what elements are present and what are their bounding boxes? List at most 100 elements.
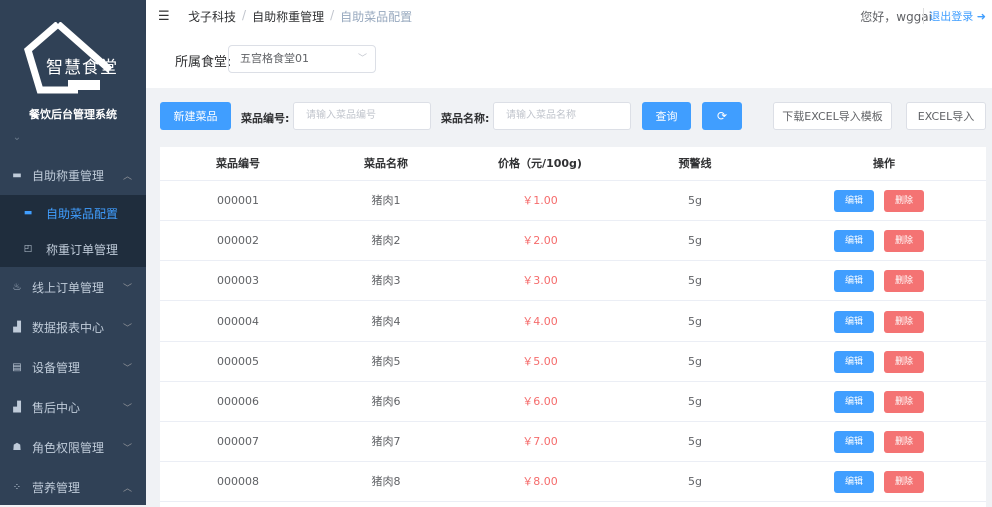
delete-button[interactable]: 删除 xyxy=(884,391,924,413)
user-greeting: 您好，wggai xyxy=(860,9,932,24)
cell-warning-line: 5g xyxy=(688,395,702,408)
sidebar-item-label: 设备管理 xyxy=(32,360,81,375)
column-header: 菜品名称 xyxy=(364,157,408,170)
delete-button[interactable]: 删除 xyxy=(884,270,924,293)
refresh-button[interactable]: ⟳ xyxy=(702,102,742,130)
sidebar-item-label: 称重订单管理 xyxy=(46,242,119,257)
menu-toggle-icon[interactable]: ☰ xyxy=(158,9,170,24)
sidebar-item-clipped[interactable]: ⌄ xyxy=(0,117,146,157)
cell-price: ￥7.00 xyxy=(522,435,558,449)
device-icon: ▤ xyxy=(12,361,22,373)
nutrition-icon: ⁘ xyxy=(12,481,22,493)
sidebar-item-reports[interactable]: ▟ 数据报表中心 ﹀ xyxy=(0,307,146,347)
cell-code: 000003 xyxy=(217,274,259,288)
chevron-down-icon: ﹀ xyxy=(357,54,367,64)
delete-button[interactable]: 删除 xyxy=(884,350,924,373)
cell-price: ￥4.00 xyxy=(522,314,558,328)
dish-code-label: 菜品编号: xyxy=(241,112,290,125)
canteen-select[interactable]: 五宫格食堂01 ﹀ xyxy=(228,45,376,73)
column-header: 操作 xyxy=(873,157,895,170)
sidebar-subitem-weighing-orders[interactable]: ◰ 称重订单管理 xyxy=(0,231,146,267)
sidebar-item-online-orders[interactable]: ♨ 线上订单管理 ﹀ xyxy=(0,267,146,307)
edit-button[interactable]: 编辑 xyxy=(834,431,874,454)
food-icon: ♨ xyxy=(12,281,22,293)
cell-code: 000006 xyxy=(217,395,259,408)
column-header: 菜品编号 xyxy=(216,157,260,170)
logout-icon: ➜ xyxy=(976,10,986,23)
canteen-filter: 所属食堂: 五宫格食堂01 ﹀ xyxy=(146,32,992,88)
cell-code: 000002 xyxy=(217,234,259,248)
logout-label: 退出登录 xyxy=(929,10,974,23)
canteen-label: 所属食堂: xyxy=(175,55,232,70)
table-row: 000003 猪肉3 ￥3.00 5g 编辑 删除 xyxy=(160,261,986,302)
table-header: 菜品编号 菜品名称 价格（元/100g) 预警线 操作 xyxy=(160,147,986,181)
edit-button[interactable]: 编辑 xyxy=(834,270,874,293)
delete-button[interactable]: 删除 xyxy=(884,310,924,333)
excel-import-button[interactable]: EXCEL导入 xyxy=(906,102,986,130)
cell-name: 猪肉7 xyxy=(371,435,401,449)
edit-button[interactable]: 编辑 xyxy=(834,190,874,212)
cell-name: 猪肉8 xyxy=(371,475,401,489)
edit-button[interactable]: 编辑 xyxy=(834,471,874,494)
sidebar-item-after-sales[interactable]: ▟ 售后中心 ﹀ xyxy=(0,387,146,427)
chevron-up-icon: ︿ xyxy=(122,171,132,182)
cell-price: ￥8.00 xyxy=(522,475,558,489)
top-header: ☰ 戈子科技 / 自助称重管理 / 自助菜品配置 您好，wggai 退出登录 ➜ xyxy=(146,0,992,32)
submenu: ▬ 自助菜品配置 ◰ 称重订单管理 xyxy=(0,195,146,267)
sidebar-item-nutrition[interactable]: ⁘ 营养管理 ︿ xyxy=(0,467,146,505)
cell-warning-line: 5g xyxy=(688,274,702,288)
cell-name: 猪肉5 xyxy=(371,354,401,368)
cell-code: 000007 xyxy=(217,435,259,449)
dish-icon: ▬ xyxy=(23,208,33,218)
scale-icon: ▬ xyxy=(12,169,22,181)
chevron-down-icon: ﹀ xyxy=(122,363,132,374)
table-row: 000001 猪肉1 ￥1.00 5g 编辑 删除 xyxy=(160,181,986,221)
edit-button[interactable]: 编辑 xyxy=(834,350,874,373)
table-row: 000008 猪肉8 ￥8.00 5g 编辑 删除 xyxy=(160,462,986,503)
table-row: 000006 猪肉6 ￥6.00 5g 编辑 删除 xyxy=(160,382,986,422)
logo-text: 智慧食堂 xyxy=(46,58,118,78)
chevron-down-icon: ﹀ xyxy=(122,283,132,294)
cell-warning-line: 5g xyxy=(688,314,702,328)
breadcrumb-item[interactable]: 戈子科技 xyxy=(188,8,236,25)
logout-link[interactable]: 退出登录 ➜ xyxy=(923,8,986,24)
delete-button[interactable]: 删除 xyxy=(884,230,924,253)
dish-code-input[interactable]: 请输入菜品编号 xyxy=(293,102,431,130)
cell-code: 000008 xyxy=(217,475,259,489)
cell-price: ￥6.00 xyxy=(522,395,558,408)
dish-name-label: 菜品名称: xyxy=(441,112,490,125)
sidebar-item-label: 角色权限管理 xyxy=(32,440,105,455)
chevron-down-icon: ﹀ xyxy=(122,323,132,334)
cell-price: ￥3.00 xyxy=(522,274,558,288)
cell-warning-line: 5g xyxy=(688,435,702,449)
delete-button[interactable]: 删除 xyxy=(884,190,924,212)
dish-table: 菜品编号 菜品名称 价格（元/100g) 预警线 操作 000001 猪肉1 ￥1.… xyxy=(160,147,986,507)
sidebar: 智慧食堂 餐饮后台管理系统 ⌄ ▬ 自助称重管理 ︿ ▬ 自助菜品配置 ◰ 称重… xyxy=(0,0,146,505)
sidebar-subitem-dish-config[interactable]: ▬ 自助菜品配置 xyxy=(0,195,146,231)
sidebar-item-devices[interactable]: ▤ 设备管理 ﹀ xyxy=(0,347,146,387)
column-header: 价格（元/100g) xyxy=(498,157,582,170)
sidebar-item-label: 售后中心 xyxy=(32,400,81,415)
new-dish-button[interactable]: 新建菜品 xyxy=(160,102,231,130)
edit-button[interactable]: 编辑 xyxy=(834,310,874,333)
sidebar-item-roles[interactable]: ☗ 角色权限管理 ﹀ xyxy=(0,427,146,467)
cell-warning-line: 5g xyxy=(688,234,702,248)
breadcrumb-item[interactable]: 自助称重管理 xyxy=(252,8,324,25)
cell-name: 猪肉4 xyxy=(371,314,401,328)
cell-warning-line: 5g xyxy=(688,475,702,489)
sidebar-item-weighing[interactable]: ▬ 自助称重管理 ︿ xyxy=(0,155,146,195)
edit-button[interactable]: 编辑 xyxy=(834,391,874,413)
delete-button[interactable]: 删除 xyxy=(884,471,924,494)
sidebar-item-label: 自助称重管理 xyxy=(32,168,105,183)
query-button[interactable]: 查询 xyxy=(642,102,691,130)
dish-name-input[interactable]: 请输入菜品名称 xyxy=(493,102,631,130)
canteen-value: 五宫格食堂01 xyxy=(240,52,309,65)
breadcrumb-current: 自助菜品配置 xyxy=(340,9,413,24)
chart-icon: ▟ xyxy=(13,401,21,413)
edit-button[interactable]: 编辑 xyxy=(834,230,874,253)
delete-button[interactable]: 删除 xyxy=(884,431,924,454)
download-template-button[interactable]: 下载EXCEL导入模板 xyxy=(773,102,892,130)
cell-name: 猪肉2 xyxy=(371,234,401,248)
table-row: 000007 猪肉7 ￥7.00 5g 编辑 删除 xyxy=(160,422,986,463)
table-row: 000004 猪肉4 ￥4.00 5g 编辑 删除 xyxy=(160,302,986,342)
